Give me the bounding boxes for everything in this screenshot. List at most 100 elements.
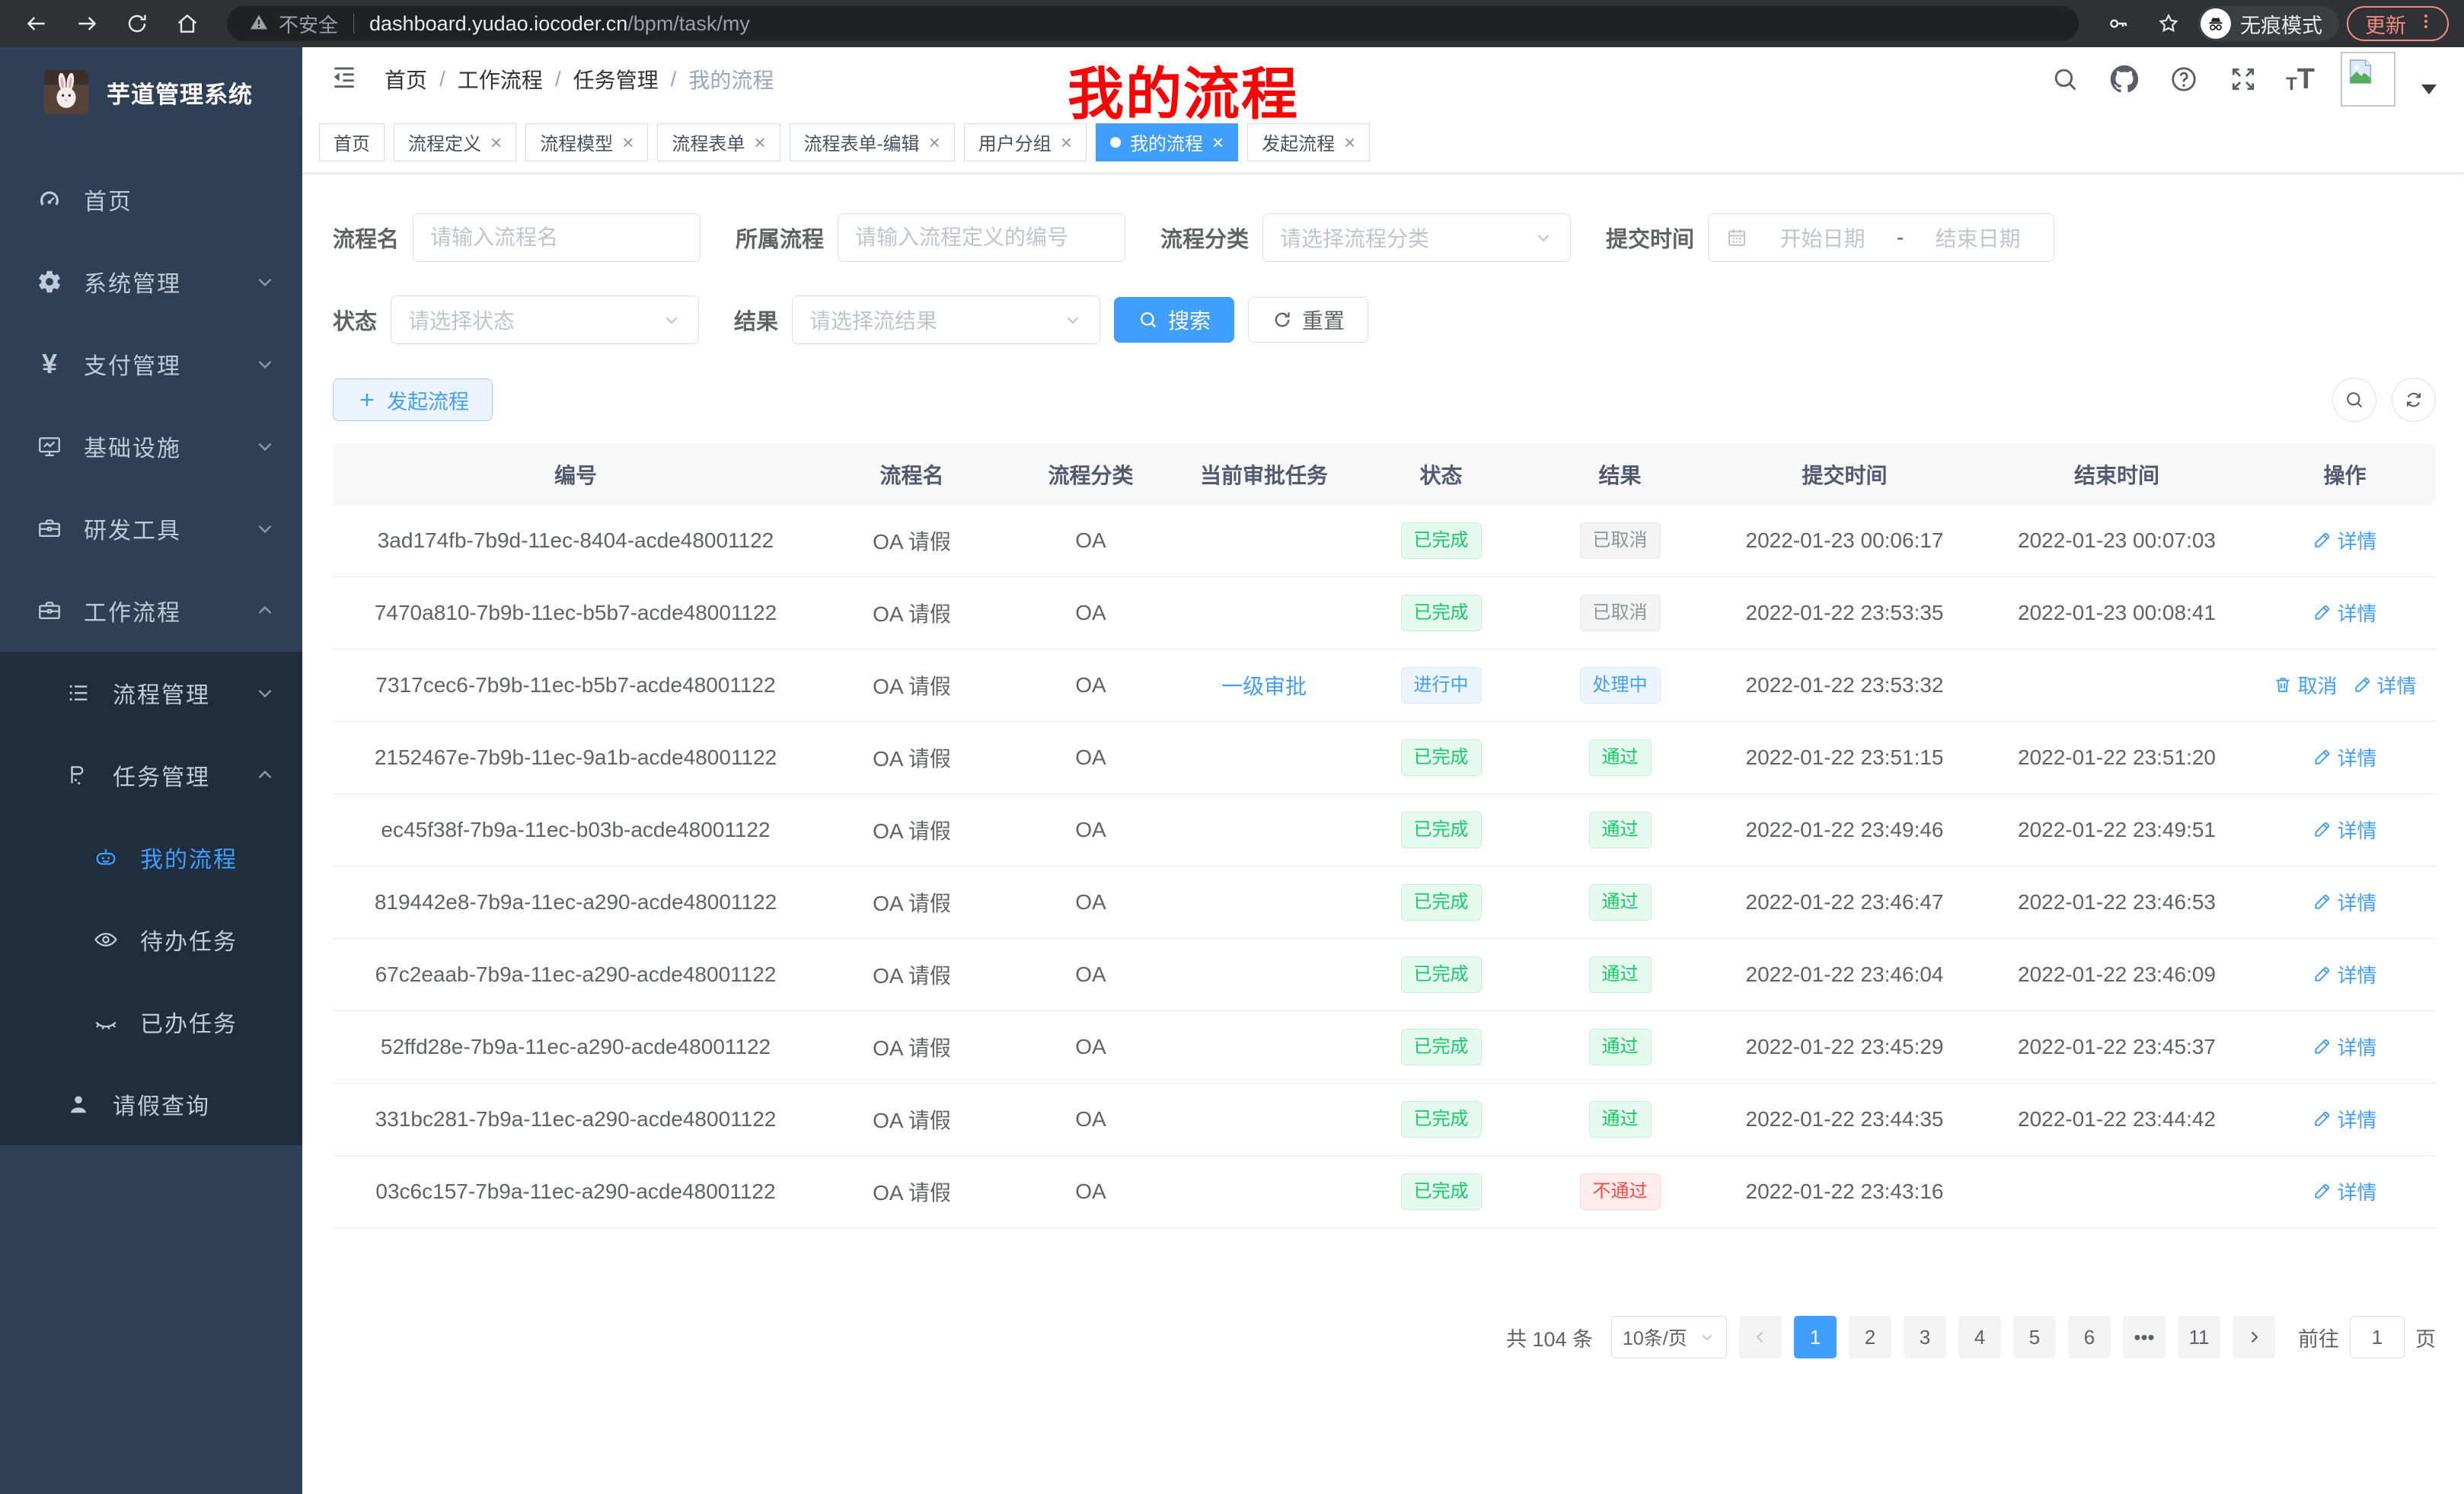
detail-action-link[interactable]: 详情 bbox=[2312, 526, 2376, 554]
font-size-icon[interactable]: TT bbox=[2286, 65, 2315, 94]
menu-dots-icon[interactable] bbox=[2417, 12, 2435, 36]
result-select[interactable]: 请选择流结果 bbox=[792, 295, 1100, 344]
url-bar[interactable]: 不安全 dashboard.yudao.iocoder.cn/bpm/task/… bbox=[227, 6, 2079, 41]
search-button[interactable]: 搜索 bbox=[1114, 297, 1234, 343]
goto-page-input[interactable] bbox=[2350, 1316, 2405, 1358]
page-button-11[interactable]: 11 bbox=[2178, 1316, 2220, 1358]
detail-action-link[interactable]: 详情 bbox=[2353, 671, 2417, 699]
tab-process-model[interactable]: 流程模型× bbox=[525, 123, 648, 161]
search-icon[interactable] bbox=[2048, 62, 2082, 96]
tab-process-form-edit[interactable]: 流程表单-编辑× bbox=[790, 123, 955, 161]
sidebar-item-system[interactable]: 系统管理 bbox=[0, 241, 302, 323]
cell-id: 3ad174fb-7b9d-11ec-8404-acde48001122 bbox=[333, 528, 819, 553]
close-icon[interactable]: × bbox=[1344, 132, 1355, 152]
sidebar-item-todo-task[interactable]: 待办任务 bbox=[0, 899, 302, 981]
main-area: 首页/工作流程/任务管理/我的流程 TT bbox=[302, 47, 2464, 1494]
tab-home[interactable]: 首页 bbox=[319, 123, 385, 161]
close-icon[interactable]: × bbox=[490, 132, 502, 152]
status-select[interactable]: 请选择状态 bbox=[391, 295, 699, 344]
page-button-2[interactable]: 2 bbox=[1849, 1316, 1891, 1358]
page-button-5[interactable]: 5 bbox=[2013, 1316, 2056, 1358]
sidebar-item-my-process[interactable]: 我的流程 bbox=[0, 816, 302, 899]
close-icon[interactable]: × bbox=[1061, 132, 1072, 152]
sidebar-item-payment[interactable]: ¥支付管理 bbox=[0, 323, 302, 405]
close-icon[interactable]: × bbox=[1212, 132, 1224, 152]
sidebar-item-done-task[interactable]: 已办任务 bbox=[0, 981, 302, 1063]
sidebar-item-label: 研发工具 bbox=[84, 512, 254, 545]
breadcrumb-item[interactable]: 工作流程 bbox=[458, 64, 543, 94]
sidebar-item-task-mgmt[interactable]: 任务管理 bbox=[0, 734, 302, 816]
home-icon[interactable] bbox=[166, 6, 209, 41]
column-header-actions: 操作 bbox=[2254, 459, 2436, 490]
app-logo[interactable]: 芋道管理系统 bbox=[0, 47, 302, 137]
sidebar-item-label: 待办任务 bbox=[140, 923, 276, 956]
help-icon[interactable] bbox=[2167, 62, 2201, 96]
fullscreen-icon[interactable] bbox=[2226, 62, 2260, 96]
pen-icon bbox=[2312, 1181, 2332, 1201]
process-definition-input[interactable] bbox=[855, 225, 1108, 250]
detail-action-link[interactable]: 详情 bbox=[2312, 1177, 2376, 1205]
forward-icon[interactable] bbox=[65, 6, 108, 41]
process-name-input-wrap bbox=[413, 213, 701, 262]
sidebar-fold-icon[interactable] bbox=[330, 62, 363, 96]
process-name-input[interactable] bbox=[430, 225, 683, 250]
sidebar-item-devtools[interactable]: 研发工具 bbox=[0, 487, 302, 570]
category-select[interactable]: 请选择流程分类 bbox=[1262, 213, 1571, 262]
column-header-id: 编号 bbox=[333, 459, 819, 490]
next-page-button[interactable] bbox=[2233, 1316, 2275, 1358]
filter-category-label: 流程分类 bbox=[1160, 222, 1249, 254]
star-icon[interactable] bbox=[2147, 6, 2190, 41]
sidebar-item-leave-query[interactable]: 请假查询 bbox=[0, 1063, 302, 1145]
breadcrumb-item[interactable]: 首页 bbox=[385, 64, 427, 94]
current-task-link[interactable]: 一级审批 bbox=[1221, 675, 1307, 698]
avatar-dropdown-caret[interactable] bbox=[2421, 85, 2437, 94]
prev-page-button[interactable] bbox=[1739, 1316, 1782, 1358]
page-button-3[interactable]: 3 bbox=[1904, 1316, 1946, 1358]
page-size-select[interactable]: 10条/页 bbox=[1611, 1316, 1727, 1358]
cell-category: OA bbox=[1005, 890, 1176, 915]
show-search-button[interactable] bbox=[2332, 378, 2376, 422]
refresh-table-button[interactable] bbox=[2392, 378, 2436, 422]
filter-submit-time-label: 提交时间 bbox=[1606, 222, 1694, 254]
cell-result: 通过 bbox=[1530, 739, 1709, 776]
detail-action-link[interactable]: 详情 bbox=[2312, 816, 2376, 844]
cell-end: 2022-01-23 00:08:41 bbox=[1980, 601, 2254, 625]
cell-status: 已完成 bbox=[1352, 739, 1530, 776]
close-icon[interactable]: × bbox=[622, 132, 634, 152]
sidebar-item-home[interactable]: 首页 bbox=[0, 158, 302, 241]
sidebar-item-infra[interactable]: 基础设施 bbox=[0, 405, 302, 487]
cell-result: 通过 bbox=[1530, 956, 1709, 993]
cancel-action-link[interactable]: 取消 bbox=[2273, 671, 2337, 699]
github-icon[interactable] bbox=[2108, 62, 2141, 96]
detail-action-link[interactable]: 详情 bbox=[2312, 1033, 2376, 1061]
page-button-6[interactable]: 6 bbox=[2068, 1316, 2111, 1358]
detail-action-link[interactable]: 详情 bbox=[2312, 888, 2376, 916]
cell-name: OA 请假 bbox=[819, 670, 1005, 701]
update-button[interactable]: 更新 bbox=[2347, 6, 2449, 41]
detail-action-link[interactable]: 详情 bbox=[2312, 599, 2376, 627]
tab-process-form[interactable]: 流程表单× bbox=[657, 123, 780, 161]
sidebar-item-workflow[interactable]: 工作流程 bbox=[0, 570, 302, 652]
detail-action-link[interactable]: 详情 bbox=[2312, 960, 2376, 988]
page-button-4[interactable]: 4 bbox=[1958, 1316, 2001, 1358]
create-process-button[interactable]: 发起流程 bbox=[333, 378, 493, 421]
detail-action-link[interactable]: 详情 bbox=[2312, 743, 2376, 771]
detail-action-link[interactable]: 详情 bbox=[2312, 1105, 2376, 1133]
reset-button[interactable]: 重置 bbox=[1248, 297, 1368, 343]
incognito-label: 无痕模式 bbox=[2240, 9, 2322, 39]
user-icon bbox=[64, 1090, 93, 1119]
submit-time-range-picker[interactable]: 开始日期 - 结束日期 bbox=[1708, 213, 2054, 262]
tab-process-definition[interactable]: 流程定义× bbox=[394, 123, 516, 161]
close-icon[interactable]: × bbox=[754, 132, 765, 152]
cell-actions: 详情 bbox=[2254, 526, 2436, 556]
avatar[interactable] bbox=[2341, 52, 2395, 107]
reload-icon[interactable] bbox=[116, 6, 158, 41]
key-icon[interactable] bbox=[2097, 6, 2140, 41]
close-icon[interactable]: × bbox=[929, 132, 940, 152]
page-button-1[interactable]: 1 bbox=[1794, 1316, 1837, 1358]
pen-icon bbox=[2312, 602, 2332, 622]
pagination-ellipsis[interactable]: ••• bbox=[2123, 1316, 2166, 1358]
back-icon[interactable] bbox=[15, 6, 58, 41]
sidebar-item-process-mgmt[interactable]: 流程管理 bbox=[0, 652, 302, 734]
breadcrumb-item[interactable]: 任务管理 bbox=[573, 64, 659, 94]
